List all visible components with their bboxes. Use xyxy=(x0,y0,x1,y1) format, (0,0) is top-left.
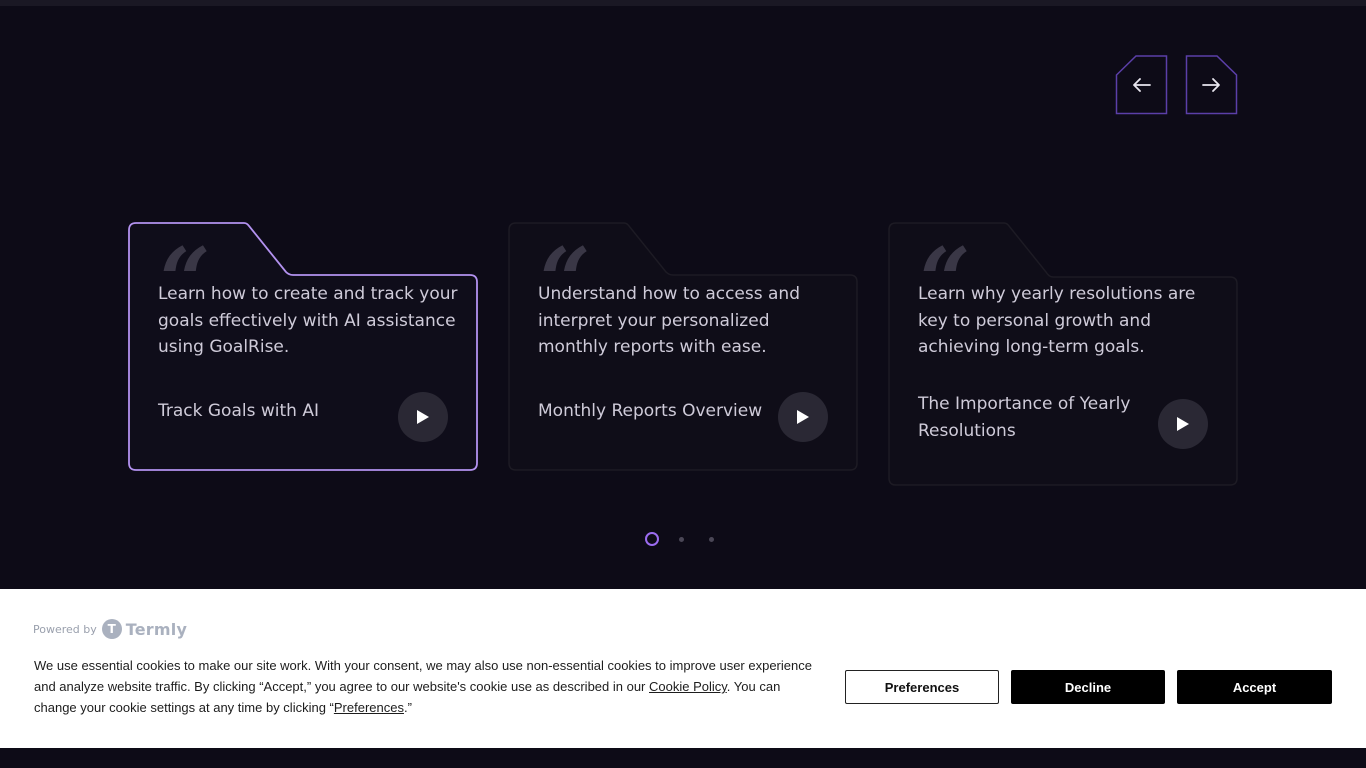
preferences-link[interactable]: Preferences xyxy=(334,700,404,715)
arrow-left-icon xyxy=(1133,78,1151,92)
powered-by-termly[interactable]: Powered by T Termly xyxy=(33,619,187,639)
card-description: Understand how to access and interpret y… xyxy=(538,284,800,357)
card-description: Learn how to create and track your goals… xyxy=(158,284,458,357)
play-button[interactable] xyxy=(778,392,828,442)
powered-by-label: Powered by xyxy=(33,622,97,636)
play-button[interactable] xyxy=(1158,399,1208,449)
decline-button[interactable]: Decline xyxy=(1011,670,1165,704)
carousel-next-button[interactable] xyxy=(1185,55,1238,115)
termly-brand: Termly xyxy=(125,619,188,639)
pagination-dot[interactable] xyxy=(709,537,714,542)
card-description: Learn why yearly resolutions are key to … xyxy=(918,284,1196,357)
carousel-prev-button[interactable] xyxy=(1115,55,1168,115)
cookie-text-part: .” xyxy=(403,700,412,715)
card-title: Monthly Reports Overview xyxy=(538,401,763,421)
arrow-right-icon xyxy=(1202,78,1220,92)
pagination-dot[interactable] xyxy=(679,537,684,542)
play-icon xyxy=(417,410,429,424)
pagination-dot[interactable] xyxy=(645,532,659,546)
card-title: Track Goals with AI xyxy=(158,401,319,421)
termly-logo-icon: T xyxy=(101,619,122,639)
play-icon xyxy=(1177,417,1189,431)
accept-button[interactable]: Accept xyxy=(1177,670,1332,704)
page-bottom-strip xyxy=(0,748,1366,768)
top-bar xyxy=(0,0,1366,6)
play-button[interactable] xyxy=(398,392,448,442)
cookie-message: We use essential cookies to make our sit… xyxy=(34,655,824,718)
cookie-policy-link[interactable]: Cookie Policy xyxy=(649,679,727,694)
play-icon xyxy=(797,410,809,424)
card-title: The Importance of Yearly Resolutions xyxy=(918,394,1131,441)
preferences-button[interactable]: Preferences xyxy=(845,670,999,704)
